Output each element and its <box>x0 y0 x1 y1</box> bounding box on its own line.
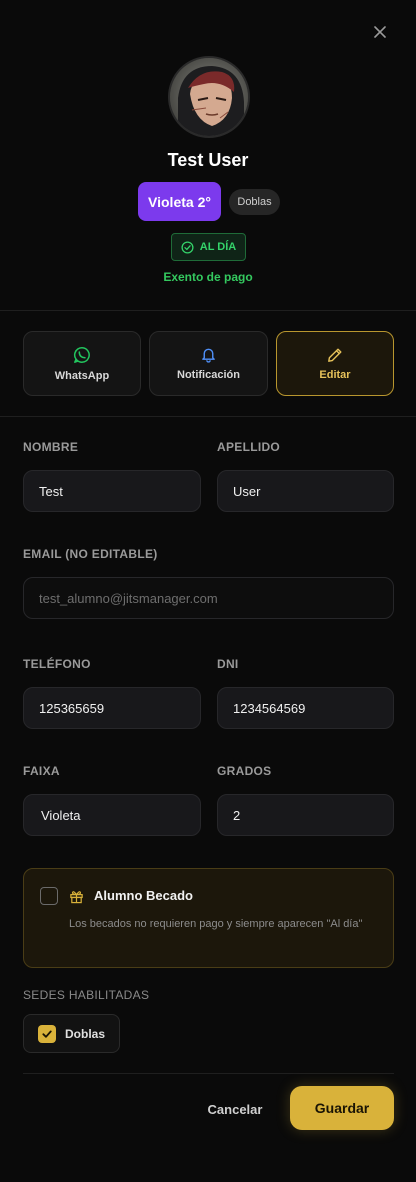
close-button[interactable] <box>368 20 392 44</box>
grados-input[interactable]: 2 <box>217 794 394 836</box>
status-badge-label: AL DÍA <box>199 241 237 253</box>
dni-input[interactable]: 1234564569 <box>217 687 394 729</box>
status-badge: AL DÍA <box>171 233 246 261</box>
payment-note: Exento de pago <box>163 270 253 284</box>
divider <box>0 310 416 311</box>
telefono-input[interactable]: 125365659 <box>23 687 201 729</box>
becado-checkbox[interactable] <box>40 887 58 905</box>
belt-badge: Violeta 2° <box>138 182 221 221</box>
cancel-button[interactable]: Cancelar <box>196 1095 274 1123</box>
whatsapp-icon <box>73 346 90 363</box>
gift-icon <box>70 891 83 904</box>
sede-doblas-label: Doblas <box>65 1026 106 1041</box>
whatsapp-button[interactable]: WhatsApp <box>23 331 141 396</box>
apellido-label: APELLIDO <box>217 440 281 454</box>
save-button[interactable]: Guardar <box>290 1086 394 1130</box>
grados-label: GRADOS <box>217 764 272 778</box>
email-label: EMAIL (NO EDITABLE) <box>23 547 158 561</box>
check-circle-icon <box>181 240 194 254</box>
becado-panel: Alumno Becado Los becados no requieren p… <box>23 868 394 968</box>
becado-description: Los becados no requieren pago y siempre … <box>69 918 363 930</box>
close-icon <box>374 26 386 38</box>
bell-icon <box>202 348 215 363</box>
email-field: test_alumno@jitsmanager.com <box>23 577 394 619</box>
checkbox-checked-icon <box>38 1024 56 1043</box>
notificacion-button[interactable]: Notificación <box>149 331 268 396</box>
user-name: Test User <box>167 150 249 170</box>
sede-chip: Doblas <box>229 189 280 215</box>
becado-title: Alumno Becado <box>94 888 193 903</box>
editar-label: Editar <box>319 368 351 381</box>
pencil-icon <box>328 348 342 362</box>
faixa-label: FAIXA <box>23 764 60 778</box>
sede-doblas-checkbox[interactable]: Doblas <box>23 1014 120 1053</box>
faixa-select[interactable]: Violeta <box>23 794 201 836</box>
editar-button[interactable]: Editar <box>276 331 394 396</box>
sedes-label: SEDES HABILITADAS <box>23 988 150 1002</box>
dni-label: DNI <box>217 657 239 671</box>
divider <box>23 1073 394 1074</box>
apellido-input[interactable]: User <box>217 470 394 512</box>
notificacion-label: Notificación <box>177 369 240 381</box>
nombre-label: NOMBRE <box>23 440 79 454</box>
nombre-input[interactable]: Test <box>23 470 201 512</box>
whatsapp-label: WhatsApp <box>54 369 110 382</box>
avatar <box>168 56 250 138</box>
divider <box>0 416 416 417</box>
telefono-label: TELÉFONO <box>23 657 91 671</box>
